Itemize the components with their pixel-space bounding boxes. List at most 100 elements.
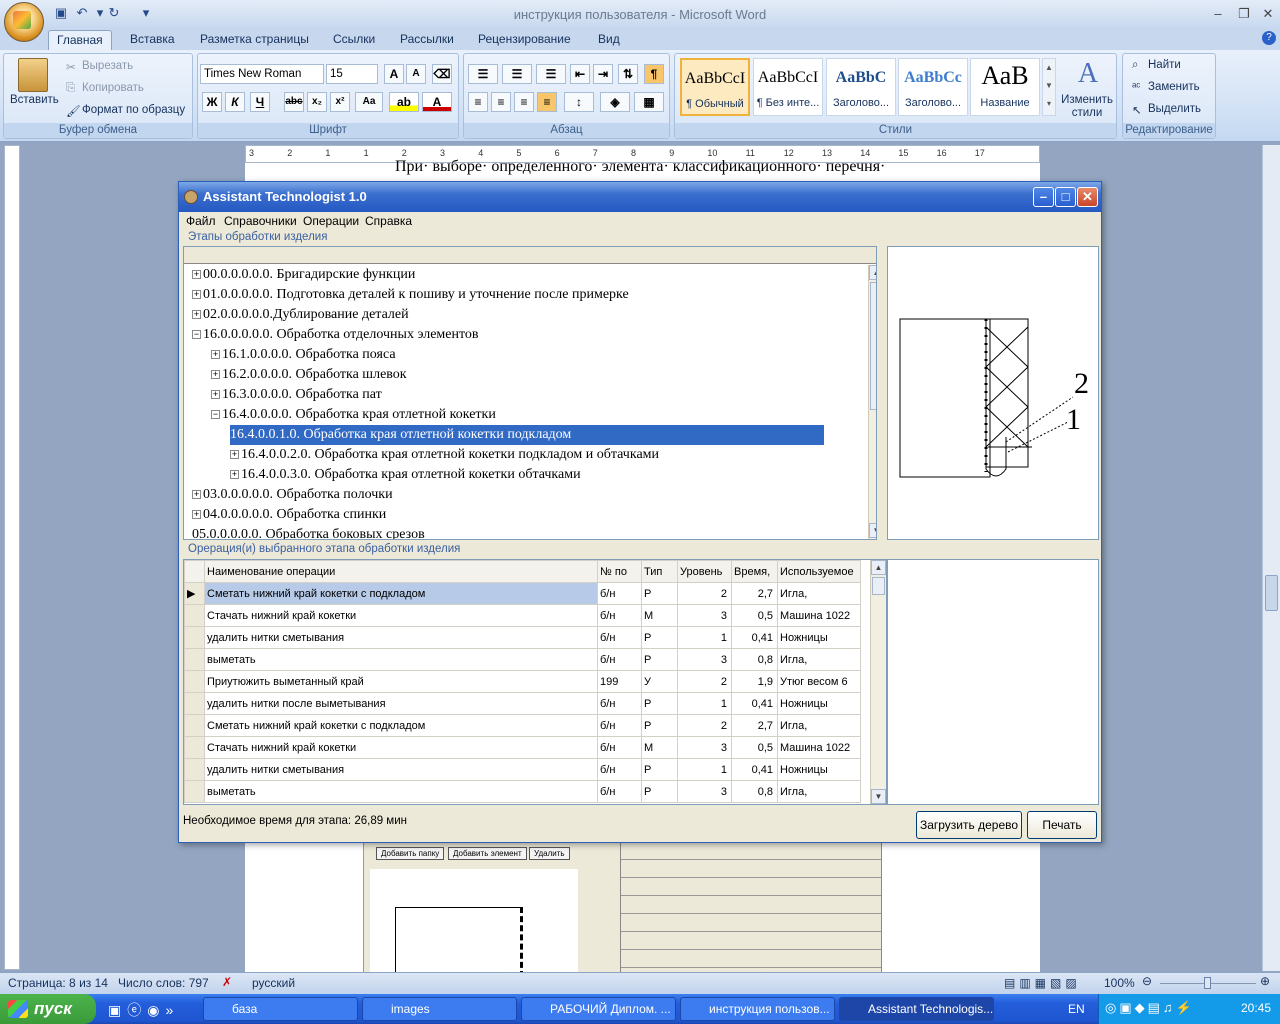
task-assistant[interactable]: Assistant Technologis...	[839, 997, 994, 1021]
table-cell[interactable]: 3	[677, 648, 732, 671]
table-cell[interactable]: Утюг весом 6	[777, 670, 861, 693]
tree-item[interactable]: +00.0.0.0.0.0. Бригадирские функции	[192, 265, 415, 285]
table-cell[interactable]: Игла,	[777, 648, 861, 671]
table-cell[interactable]: удалить нитки сметывания	[204, 626, 598, 649]
table-cell[interactable]: 3	[677, 604, 732, 627]
select-button[interactable]: Выделить	[1148, 103, 1201, 115]
menu-references[interactable]: Справочники	[224, 214, 297, 228]
table-cell[interactable]: Игла,	[777, 582, 861, 605]
language[interactable]: русский	[252, 976, 295, 990]
row-header[interactable]	[184, 670, 205, 693]
align-center-icon[interactable]: ≡	[491, 92, 511, 112]
print-button[interactable]: Печать	[1027, 811, 1097, 839]
col-type[interactable]: Тип	[641, 560, 678, 583]
current-row-icon[interactable]: ▶	[184, 582, 205, 605]
table-cell[interactable]: 2	[677, 714, 732, 737]
table-cell[interactable]: М	[641, 604, 678, 627]
save-icon[interactable]: ▣	[53, 5, 69, 21]
table-cell[interactable]: Р	[641, 780, 678, 803]
style-normal[interactable]: AaBbCcI ¶ Обычный	[680, 58, 750, 116]
task-diploma[interactable]: РАБОЧИЙ Диплом. ...	[521, 997, 676, 1021]
table-cell[interactable]: Игла,	[777, 714, 861, 737]
grid-scrollbar[interactable]: ▲ ▼	[870, 560, 886, 804]
app-minimize-icon[interactable]: –	[1033, 187, 1054, 207]
tab-review[interactable]: Рецензирование	[470, 30, 579, 50]
row-header[interactable]	[184, 714, 205, 737]
table-cell[interactable]: Стачать нижний край кокетки	[204, 736, 598, 759]
app-maximize-icon[interactable]: □	[1055, 187, 1076, 207]
table-cell[interactable]: 2,7	[731, 714, 778, 737]
styles-scroll[interactable]: ▲ ▼ ▾	[1042, 58, 1056, 116]
tree-item[interactable]: +16.4.0.0.2.0. Обработка края отлетной к…	[230, 445, 659, 465]
table-cell[interactable]: Игла,	[777, 780, 861, 803]
expand-icon[interactable]: +	[211, 350, 220, 360]
tree-item[interactable]: +02.0.0.0.0.0.Дублирование деталей	[192, 305, 409, 325]
table-cell[interactable]: б/н	[597, 714, 642, 737]
line-spacing-icon[interactable]: ↕	[564, 92, 594, 112]
tree-scroll-down-icon[interactable]: ▼	[869, 523, 876, 538]
expand-icon[interactable]: +	[192, 290, 201, 300]
table-row[interactable]: удалить нитки после выметывания б/н Р 1 0,41…	[184, 692, 861, 715]
table-cell[interactable]: Р	[641, 626, 678, 649]
style-heading2[interactable]: AaBbCc Заголово...	[898, 58, 968, 116]
table-cell[interactable]: б/н	[597, 604, 642, 627]
task-images[interactable]: images	[362, 997, 517, 1021]
tree-item[interactable]: +16.2.0.0.0.0. Обработка шлевок	[211, 365, 407, 385]
style-title[interactable]: АаВ Название	[970, 58, 1040, 116]
row-header[interactable]	[184, 626, 205, 649]
replace-button[interactable]: Заменить	[1148, 81, 1200, 93]
word-count[interactable]: Число слов: 797	[118, 976, 209, 990]
tree-item[interactable]: 05.0.0.0.0.0. Обработка боковых срезов	[192, 525, 425, 539]
table-cell[interactable]: Стачать нижний край кокетки	[204, 604, 598, 627]
multilevel-list-icon[interactable]: ☰	[536, 64, 566, 84]
table-row[interactable]: удалить нитки сметывания б/н Р 1 0,41 Ножницы	[184, 758, 861, 781]
tree-scroll-up-icon[interactable]: ▲	[869, 265, 876, 280]
zoom-out-icon[interactable]: ⊖	[1142, 974, 1152, 988]
collapse-icon[interactable]: −	[211, 410, 220, 420]
row-header[interactable]	[184, 780, 205, 803]
superscript-icon[interactable]: x²	[330, 92, 350, 112]
numbering-icon[interactable]: ☰	[502, 64, 532, 84]
table-cell[interactable]: 0,5	[731, 604, 778, 627]
task-baza[interactable]: база	[203, 997, 358, 1021]
tab-references[interactable]: Ссылки	[325, 30, 383, 50]
shrink-font-icon[interactable]: A	[406, 64, 426, 84]
table-cell[interactable]: Р	[641, 648, 678, 671]
col-tool[interactable]: Используемое	[777, 560, 861, 583]
show-marks-icon[interactable]: ¶	[644, 64, 664, 84]
font-size-select[interactable]: 15	[326, 64, 378, 84]
table-row[interactable]: Сметать нижний край кокетки с подкладом б…	[184, 714, 861, 737]
table-cell[interactable]: 2	[677, 582, 732, 605]
table-cell[interactable]: 3	[677, 736, 732, 759]
table-cell[interactable]: 1,9	[731, 670, 778, 693]
paste-icon[interactable]	[18, 58, 48, 92]
tree-item[interactable]: +16.3.0.0.0.0. Обработка пат	[211, 385, 382, 405]
table-cell[interactable]: У	[641, 670, 678, 693]
tree-scroll-thumb[interactable]	[870, 282, 876, 410]
style-no-spacing[interactable]: AaBbCcI ¶ Без инте...	[753, 58, 823, 116]
table-cell[interactable]: Р	[641, 692, 678, 715]
bullets-icon[interactable]: ☰	[468, 64, 498, 84]
table-row[interactable]: выметать б/н Р 3 0,8 Игла,	[184, 780, 861, 803]
decrease-indent-icon[interactable]: ⇤	[570, 64, 590, 84]
tab-page-layout[interactable]: Разметка страницы	[192, 30, 317, 50]
sort-icon[interactable]: ⇅	[618, 64, 638, 84]
table-cell[interactable]: б/н	[597, 582, 642, 605]
table-cell[interactable]: 2	[677, 670, 732, 693]
table-cell[interactable]: Ножницы	[777, 692, 861, 715]
grid-scroll-thumb[interactable]	[872, 577, 885, 595]
grow-font-icon[interactable]: A	[384, 64, 404, 84]
tab-insert[interactable]: Вставка	[122, 30, 183, 50]
close-icon[interactable]: ✕	[1256, 5, 1280, 23]
font-color-icon[interactable]: A	[422, 92, 452, 112]
zoom-in-icon[interactable]: ⊕	[1260, 974, 1270, 988]
tree-item[interactable]: +16.1.0.0.0.0. Обработка пояса	[211, 345, 396, 365]
row-header[interactable]	[184, 758, 205, 781]
table-cell[interactable]: 1	[677, 692, 732, 715]
cut-button[interactable]: Вырезать	[82, 60, 133, 72]
table-cell[interactable]: 0,41	[731, 692, 778, 715]
vertical-ruler[interactable]	[4, 145, 20, 970]
proofing-icon[interactable]: ✗	[222, 975, 232, 989]
tray-icons[interactable]: ◎▣◆▤♫⚡	[1105, 1000, 1195, 1016]
table-cell[interactable]: 0,8	[731, 648, 778, 671]
